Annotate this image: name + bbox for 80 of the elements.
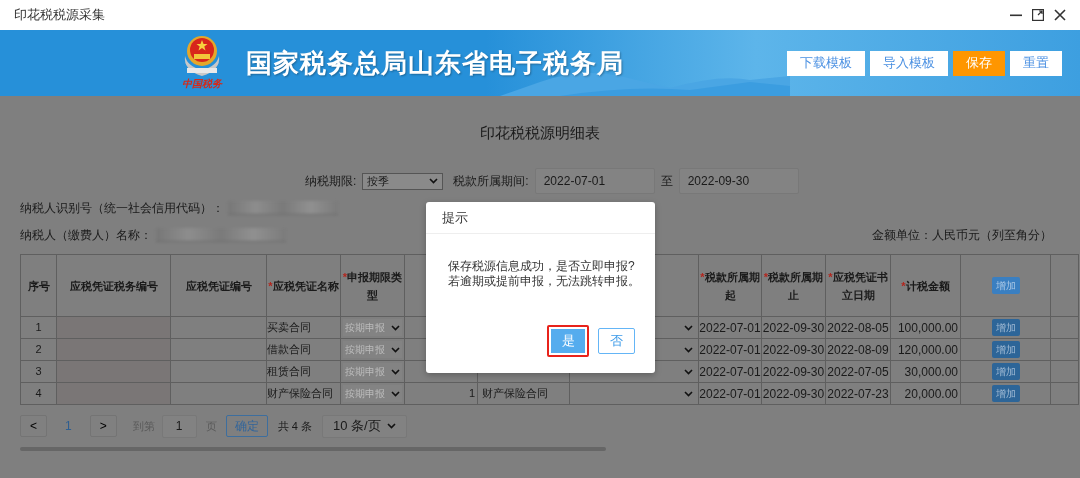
table-cell: 100,000.00 <box>897 320 958 335</box>
table-cell: 财产保险合同 <box>267 387 333 400</box>
column-header: *税款所属期起 <box>699 269 761 303</box>
table-cell: 2022-07-05 <box>827 364 889 379</box>
toolbar-button[interactable]: 下载模板 <box>787 50 865 76</box>
chevron-down-icon <box>429 178 439 184</box>
table-cell: 买卖合同 <box>267 321 311 334</box>
range-separator: 至 <box>660 173 673 190</box>
field-label: 纳税人识别号（统一社会信用代码）： <box>20 199 224 217</box>
table-cell: 2022-07-23 <box>827 386 889 401</box>
date-field[interactable]: 2022-09-30 <box>678 168 799 194</box>
table-cell: 1 <box>468 387 475 400</box>
chevron-down-icon <box>386 423 396 429</box>
page-size-select[interactable]: 10 条/页 <box>321 414 407 438</box>
toolbar-button[interactable]: 重置 <box>1010 50 1062 76</box>
period-select[interactable]: 按季 <box>362 172 444 190</box>
table-cell: 借款合同 <box>267 343 311 356</box>
add-button[interactable]: 增加 <box>991 385 1020 402</box>
toolbar-button[interactable]: 导入模板 <box>870 50 948 76</box>
emblem-caption: 中国税务 <box>182 78 222 89</box>
table-cell: 租赁合同 <box>267 365 311 378</box>
total-count: 共 4 条 <box>277 418 312 434</box>
unit-note: 金额单位：人民币元（列至角分） <box>872 226 1052 244</box>
table-cell: 30,000.00 <box>904 364 958 379</box>
table-cell: 2022-07-01 <box>699 364 761 379</box>
table-cell: 20,000.00 <box>904 386 958 401</box>
chevron-down-icon <box>684 368 693 375</box>
page-number[interactable]: 1 <box>65 417 72 435</box>
chevron-down-icon <box>684 324 693 331</box>
dialog-message: 若逾期或提前申报，无法跳转申报。 <box>448 274 641 289</box>
table-cell: 2022-07-01 <box>699 320 761 335</box>
chevron-down-icon <box>391 368 400 375</box>
table-cell: 2022-09-30 <box>762 364 825 379</box>
table-cell: 2022-09-30 <box>762 342 825 357</box>
previous-page-button[interactable]: < <box>20 415 47 437</box>
table-cell: 3 <box>35 365 42 378</box>
table-cell: 1 <box>35 321 42 334</box>
maximize-icon[interactable] <box>1032 9 1044 21</box>
table-cell: 2022-07-01 <box>699 342 761 357</box>
table-cell: 4 <box>35 387 42 400</box>
table-cell: 2022-08-09 <box>827 342 889 357</box>
dialog-title: 提示 <box>442 208 468 227</box>
column-header: 序号 <box>27 278 50 294</box>
page-heading: 印花税税源明细表 <box>480 124 600 141</box>
column-header: 应税凭证税务编号 <box>69 278 158 294</box>
chevron-down-icon <box>391 346 400 353</box>
column-header: *申报期限类型 <box>341 269 404 303</box>
confirm-button[interactable]: 是 <box>547 325 589 357</box>
date-field[interactable]: 2022-07-01 <box>534 168 655 194</box>
add-button[interactable]: 增加 <box>991 277 1020 294</box>
table-cell: 2022-09-30 <box>762 386 825 401</box>
column-header: *应税凭证书立日期 <box>827 269 889 303</box>
table-cell: 财产保险合同 <box>482 387 548 400</box>
add-button[interactable]: 增加 <box>991 319 1020 336</box>
column-header: *应税凭证名称 <box>268 278 339 294</box>
column-header: *税款所属期止 <box>762 269 825 303</box>
chevron-down-icon <box>684 390 693 397</box>
field-label: 纳税人（缴费人）名称： <box>20 226 152 244</box>
column-header: 应税凭证编号 <box>185 278 252 294</box>
table-cell: 2022-08-05 <box>827 320 889 335</box>
table-cell: 120,000.00 <box>897 342 958 357</box>
add-button[interactable]: 增加 <box>991 363 1020 380</box>
site-title: 国家税务总局山东省电子税务局 <box>246 46 624 80</box>
table-cell: 2 <box>35 343 42 356</box>
cancel-button[interactable]: 否 <box>598 328 635 354</box>
chevron-down-icon <box>684 346 693 353</box>
add-button[interactable]: 增加 <box>991 341 1020 358</box>
column-header: *计税金额 <box>901 278 950 294</box>
chevron-down-icon <box>391 324 400 331</box>
page-input[interactable]: 1 <box>161 414 197 438</box>
next-page-button[interactable]: > <box>89 415 117 437</box>
close-icon[interactable] <box>1054 9 1066 21</box>
field-label: 税款所属期间: <box>453 173 529 190</box>
table-cell: 2022-07-01 <box>699 386 761 401</box>
field-label: 纳税期限: <box>305 173 357 190</box>
table-cell: 2022-09-30 <box>762 320 825 335</box>
window-title: 印花税税源采集 <box>14 6 105 25</box>
chevron-down-icon <box>391 390 400 397</box>
dialog-message: 保存税源信息成功，是否立即申报? <box>448 259 636 274</box>
toolbar-button[interactable]: 保存 <box>953 50 1005 76</box>
